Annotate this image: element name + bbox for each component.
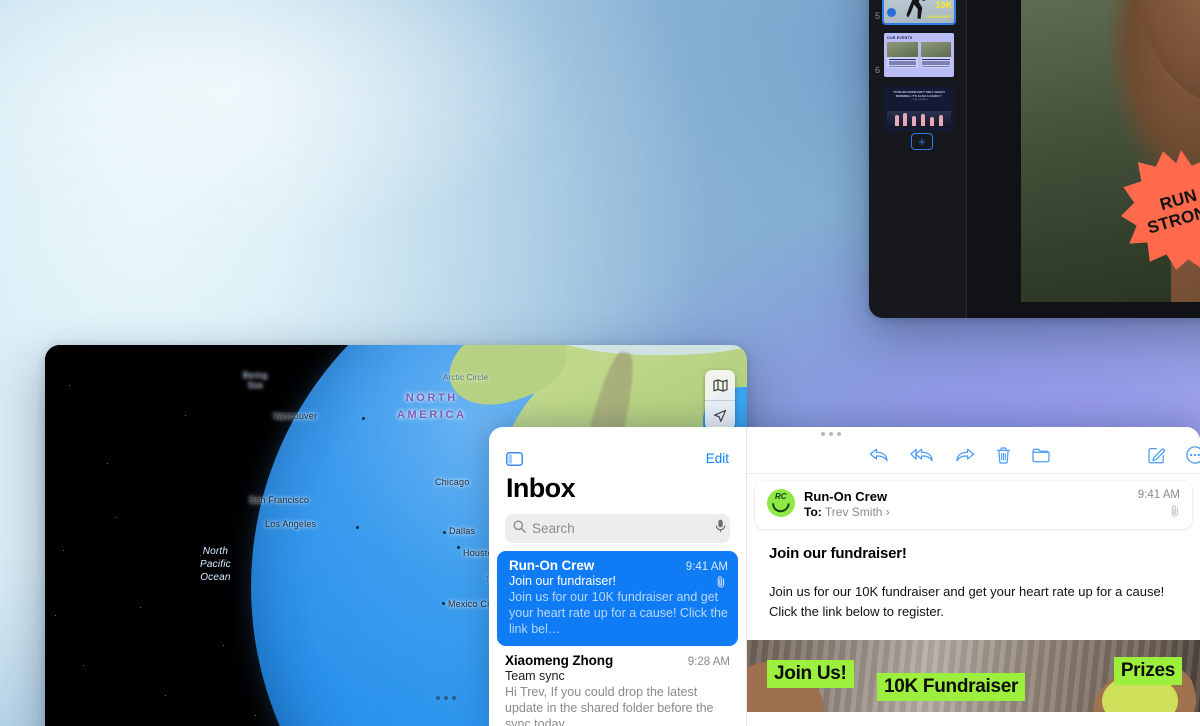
mail-detail-pane[interactable]: RC Run-On Crew To: Trev Smith › 9:41 AM [746,427,1200,726]
window-grabber[interactable] [821,432,841,436]
city-dot-los-angeles [356,526,359,529]
to-value: Trev Smith [824,505,883,519]
thumb-logo-badge [887,8,896,17]
chevron-right-icon[interactable]: › [886,505,890,519]
more-circle-icon[interactable] [1186,446,1200,464]
paperclip-icon [1138,505,1180,520]
banner-tag-10k-fundraiser: 10K Fundraiser [877,673,1026,701]
message-recipient[interactable]: To: Trev Smith › [804,505,890,519]
map-label-san-francisco: San Francisco [249,495,310,505]
message-subject: Join our fundraiser! [509,574,617,588]
map-label-arctic-circle: Arctic Circle [443,373,489,382]
message-time: 9:28 AM [687,656,730,668]
thumb-quote: "RUN-ON CREW ISN'T ONLY ABOUT RUNNING. IT… [892,90,946,99]
message-body-title: Join our fundraiser! [769,545,907,562]
trash-icon[interactable] [996,446,1011,464]
search-bar[interactable] [505,514,730,543]
search-input[interactable] [532,521,709,536]
reply-icon[interactable] [869,447,889,463]
message-body: Join our fundraiser! Join us for our 10K… [747,529,1200,621]
thumb-heading: OUR EVENTS [887,36,913,40]
message-preview: Join us for our 10K fundraiser and get y… [509,590,728,636]
runner-silhouette-icon [906,0,927,19]
compose-icon[interactable] [1148,447,1165,464]
map-label-bering-sea: Bering Sea [243,371,268,390]
message-subject: Team sync [505,669,565,683]
thumb-card [887,42,918,68]
thumb-card [920,42,951,68]
message-sender: Run-On Crew [509,558,595,573]
message-list-item[interactable]: Run-On Crew 9:41 AM Join our fundraiser!… [497,551,738,646]
message-header-text: Run-On Crew To: Trev Smith › [804,489,890,519]
slide-number [869,129,884,131]
folder-icon[interactable] [1032,448,1050,463]
message-time: 9:41 AM [1137,489,1180,501]
city-dot-houston [457,546,460,549]
fundraiser-banner-image[interactable]: Join Us! 10K Fundraiser Prizes [747,640,1200,712]
slide-thumbnail-7[interactable]: "RUN-ON CREW ISN'T ONLY ABOUT RUNNING. IT… [884,87,954,131]
microphone-icon[interactable] [715,519,726,538]
banner-tag-join-us: Join Us! [767,660,854,688]
reply-all-icon[interactable] [910,447,934,463]
slide-canvas-area[interactable]: RU C RUN STRONG COMMUNITY FUNDRAISER 10K… [967,0,1200,318]
edit-button[interactable]: Edit [706,451,729,466]
message-list[interactable]: Run-On Crew 9:41 AM Join our fundraiser!… [489,551,746,726]
slide-thumbnail-row[interactable]: "RUN-ON CREW ISN'T ONLY ABOUT RUNNING. IT… [869,82,966,136]
message-list-item[interactable]: Xiaomeng Zhong 9:28 AM Team sync Hi Trev… [489,646,746,726]
slide-number: 6 [874,65,880,75]
sidebar-toggle-icon[interactable] [506,451,523,466]
to-label: To: [804,505,822,519]
thumb-10k: 10K [935,0,952,10]
add-slide-button[interactable]: + [911,133,933,150]
slide-number: 5 [874,11,880,21]
slide-thumbnail-5[interactable]: RUn 10K FUNDRAISER [884,0,954,23]
city-dot-vancouver [362,417,365,420]
starburst-text: RUN STRONG [1140,182,1200,238]
map-controls[interactable] [705,370,735,430]
slide-thumbnail-row[interactable]: 5 RUn 10K FUNDRAISER [869,0,966,28]
message-body-text: Join us for our 10K fundraiser and get y… [769,584,1165,619]
map-label-north-america: NORTH AMERICA [397,392,467,421]
slide-thumbnail-6[interactable]: OUR EVENTS [884,33,954,77]
thumb-quote-source: — SAM, MEMBER [909,99,929,102]
slide-canvas[interactable]: RU C RUN STRONG COMMUNITY FUNDRAISER 10K… [1021,0,1200,302]
search-icon [513,520,526,538]
map-label-dallas: Dallas [449,526,476,536]
message-sender: Xiaomeng Zhong [505,653,614,668]
map-mode-button[interactable] [705,370,735,400]
thumb-subtitle: FUNDRAISER [925,15,951,19]
message-preview: Hi Trev, If you could drop the latest up… [505,685,714,726]
window-grabber[interactable] [436,696,456,700]
city-dot-dallas [443,531,446,534]
mail-sidebar[interactable]: Edit Inbox Search Run-On Crew 9:41 AM Jo… [489,427,746,726]
thumb-photo [887,111,951,128]
map-label-los-angeles: Los Angeles [265,519,317,529]
avatar: RC [767,489,795,517]
desktop: 3 COMMUNITY 4 [0,0,1200,726]
paperclip-icon [716,576,726,591]
slide-navigator[interactable]: 3 COMMUNITY 4 [869,0,967,318]
mail-window[interactable]: Edit Inbox Search Run-On Crew 9:41 AM Jo… [489,427,1200,726]
slide-thumbnail-row[interactable]: 6 OUR EVENTS [869,28,966,82]
message-header-meta: 9:41 AM [1138,489,1180,520]
forward-icon[interactable] [955,447,975,463]
avatar-initials: RC [775,492,787,501]
mail-toolbar[interactable] [747,427,1200,474]
keynote-window[interactable]: 3 COMMUNITY 4 [869,0,1200,318]
thumb-cards [887,42,951,68]
city-dot-mexico-city [442,602,445,605]
map-label-vancouver: Vancouver [273,411,318,421]
mail-sidebar-header: Edit [489,427,746,466]
map-label-chicago: Chicago [435,477,470,487]
banner-tag-prizes: Prizes [1113,657,1182,685]
message-from: Run-On Crew [804,489,888,504]
map-label-north-pacific-ocean: North Pacific Ocean [200,546,231,583]
message-time: 9:41 AM [685,561,728,573]
current-location-button[interactable] [705,400,735,430]
mailbox-title: Inbox [506,473,576,503]
message-header-card[interactable]: RC Run-On Crew To: Trev Smith › 9:41 AM [755,481,1192,529]
